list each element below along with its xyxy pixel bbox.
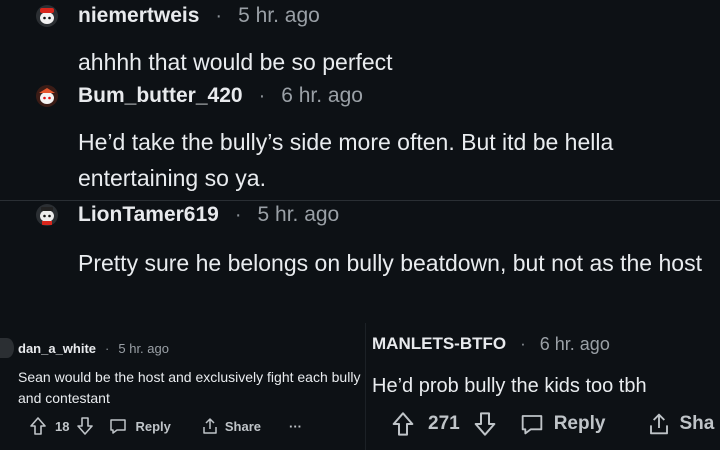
reply-label: Reply <box>553 413 606 434</box>
comment-body: Sean would be the host and exclusively f… <box>18 369 361 406</box>
username[interactable]: MANLETS-BTFO <box>372 334 506 354</box>
comment-actions: 18 Reply Share ··· <box>30 416 302 436</box>
reply-button[interactable]: Reply <box>109 417 171 435</box>
vote-count: 271 <box>428 413 460 434</box>
comment-body: He’d take the bully’s side more often. B… <box>78 129 614 191</box>
comment-panel-liontamer: LionTamer619 · 5 hr. ago Pretty sure he … <box>0 201 720 318</box>
comment-panel-dan-a-white: dan_a_white · 5 hr. ago Sean would be th… <box>0 323 365 450</box>
comment-panel-bum-butter: Bum_butter_420 · 6 hr. ago He’d take the… <box>0 78 720 200</box>
reply-icon <box>521 415 542 435</box>
reply-button[interactable]: Reply <box>520 412 606 436</box>
snoo-avatar-icon[interactable] <box>0 338 14 358</box>
comment-header: Bum_butter_420 · 6 hr. ago <box>36 82 363 110</box>
share-icon <box>650 413 669 435</box>
reply-label: Reply <box>135 418 171 434</box>
snoo-avatar-icon[interactable] <box>36 204 58 226</box>
comment-panel-manlets: MANLETS-BTFO · 6 hr. ago He’d prob bully… <box>366 318 720 450</box>
separator-dot: · <box>215 4 223 27</box>
downvote-icon[interactable] <box>474 412 496 436</box>
comment-header: MANLETS-BTFO · 6 hr. ago <box>372 332 610 356</box>
username[interactable]: dan_a_white <box>18 341 96 356</box>
separator-dot: · <box>105 340 110 356</box>
comment-header: niemertweis · 5 hr. ago <box>36 2 320 30</box>
comment-header: LionTamer619 · 5 hr. ago <box>36 201 339 229</box>
downvote-icon[interactable] <box>77 417 94 435</box>
reply-icon <box>110 419 127 434</box>
share-icon <box>203 418 217 434</box>
upvote-icon[interactable] <box>392 412 414 436</box>
more-options-icon[interactable]: ··· <box>289 419 302 434</box>
timestamp[interactable]: 6 hr. ago <box>281 84 363 108</box>
username[interactable]: niemertweis <box>78 4 199 28</box>
comment-actions: 271 Reply Sha <box>392 411 714 437</box>
comment-body: He’d prob bully the kids too tbh <box>372 375 647 397</box>
timestamp[interactable]: 5 hr. ago <box>118 341 169 356</box>
comment-body: Pretty sure he belongs on bully beatdown… <box>78 250 702 276</box>
snoo-avatar-icon[interactable] <box>36 85 58 107</box>
username[interactable]: LionTamer619 <box>78 203 219 227</box>
vote-count: 18 <box>55 418 70 434</box>
share-button[interactable]: Sha <box>647 412 714 436</box>
share-button[interactable]: Share <box>201 417 261 435</box>
share-label: Share <box>224 418 262 434</box>
comment-panel-niemertweis: niemertweis · 5 hr. ago ahhhh that would… <box>0 0 720 82</box>
snoo-avatar-icon[interactable] <box>36 5 58 27</box>
separator-dot: · <box>234 203 242 226</box>
timestamp[interactable]: 6 hr. ago <box>540 334 610 355</box>
separator-dot: · <box>258 84 266 107</box>
separator-dot: · <box>520 334 526 353</box>
timestamp[interactable]: 5 hr. ago <box>238 4 320 28</box>
username[interactable]: Bum_butter_420 <box>78 84 243 108</box>
comment-header: dan_a_white · 5 hr. ago <box>0 337 169 359</box>
share-label: Sha <box>679 413 715 434</box>
timestamp[interactable]: 5 hr. ago <box>258 203 340 227</box>
upvote-icon[interactable] <box>30 417 46 435</box>
comment-body: ahhhh that would be so perfect <box>78 49 393 75</box>
